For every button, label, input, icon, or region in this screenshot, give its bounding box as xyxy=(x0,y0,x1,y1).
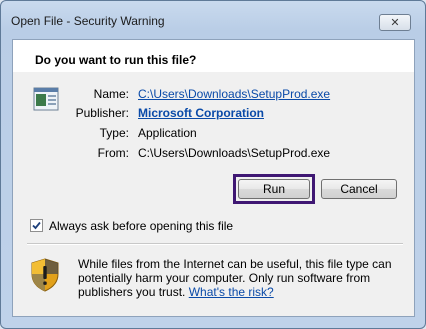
cancel-button[interactable]: Cancel xyxy=(321,179,397,199)
header-panel: Do you want to run this file? xyxy=(13,40,414,72)
run-button[interactable]: Run xyxy=(238,179,310,199)
publisher-link[interactable]: Microsoft Corporation xyxy=(138,106,264,120)
always-ask-checkbox[interactable] xyxy=(30,219,43,232)
security-shield-warning-icon xyxy=(31,258,59,292)
always-ask-label[interactable]: Always ask before opening this file xyxy=(49,219,233,233)
type-value: Application xyxy=(138,126,197,140)
dialog-question: Do you want to run this file? xyxy=(35,53,197,67)
checkmark-icon xyxy=(32,221,41,230)
separator xyxy=(27,243,403,245)
type-label: Type: xyxy=(99,126,129,140)
warning-message: While files from the Internet can be use… xyxy=(78,257,403,299)
close-button[interactable]: ✕ xyxy=(379,14,411,31)
dialog-body: Do you want to run this file? Name: C:\U… xyxy=(12,39,415,317)
close-icon: ✕ xyxy=(390,17,400,29)
window-title: Open File - Security Warning xyxy=(11,14,165,28)
name-label: Name: xyxy=(93,87,129,101)
from-value: C:\Users\Downloads\SetupProd.exe xyxy=(138,146,331,160)
file-name-link[interactable]: C:\Users\Downloads\SetupProd.exe xyxy=(138,87,330,101)
from-label: From: xyxy=(97,146,129,160)
title-bar[interactable]: Open File - Security Warning ✕ xyxy=(1,1,425,39)
cancel-button-label: Cancel xyxy=(340,182,378,196)
security-warning-dialog: Open File - Security Warning ✕ Do you wa… xyxy=(0,0,426,329)
publisher-label: Publisher: xyxy=(75,106,129,120)
run-button-label: Run xyxy=(262,182,285,196)
whats-the-risk-link[interactable]: What's the risk? xyxy=(189,285,274,299)
